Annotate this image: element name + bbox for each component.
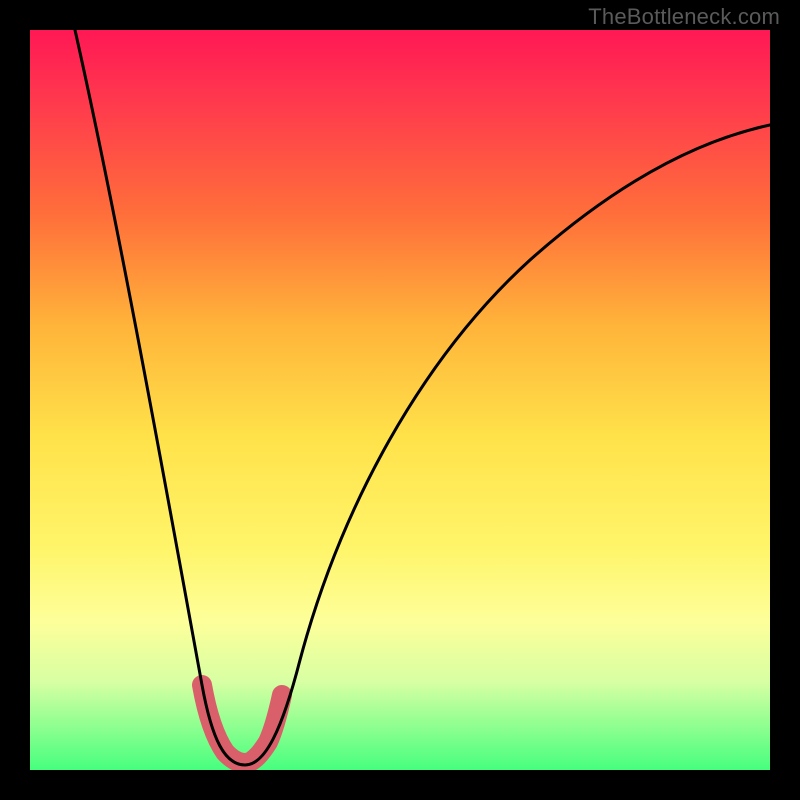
plot-area (30, 30, 770, 770)
chart-frame: TheBottleneck.com (0, 0, 800, 800)
curve-highlight (202, 685, 282, 763)
watermark-text: TheBottleneck.com (588, 4, 780, 30)
bottleneck-curve-svg (30, 30, 770, 770)
curve-main (75, 30, 770, 765)
